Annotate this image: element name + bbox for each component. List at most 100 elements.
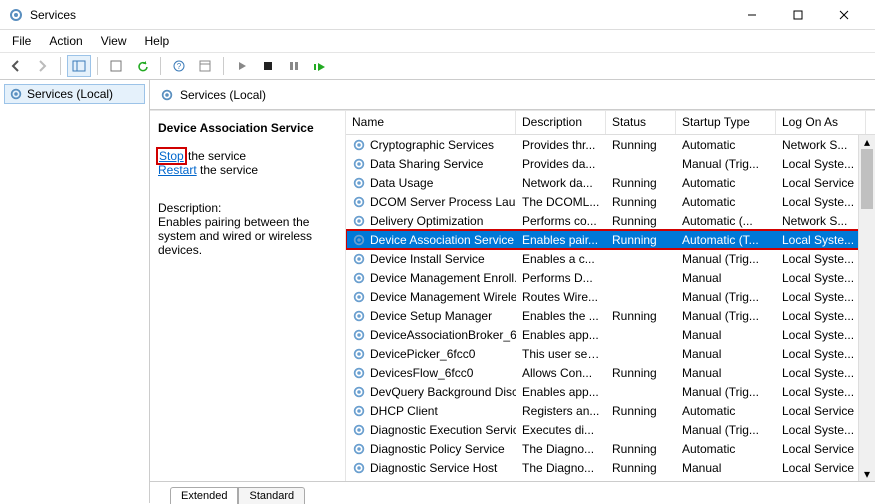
menu-action[interactable]: Action xyxy=(41,32,90,50)
stop-service-button[interactable] xyxy=(256,55,280,77)
toolbar-separator xyxy=(223,57,224,75)
minimize-button[interactable] xyxy=(729,0,775,30)
cell-description: Enables app... xyxy=(516,328,606,342)
cell-description: Provides da... xyxy=(516,157,606,171)
table-row[interactable]: DevicesFlow_6fcc0Allows Con...RunningMan… xyxy=(346,363,875,382)
cell-logon: Local Service xyxy=(776,461,866,475)
forward-button[interactable] xyxy=(30,55,54,77)
cell-startup: Manual xyxy=(676,461,776,475)
show-hide-pane-button[interactable] xyxy=(67,55,91,77)
table-row[interactable]: Device Association ServiceEnables pair..… xyxy=(346,230,875,249)
cell-name: Delivery Optimization xyxy=(346,214,516,228)
table-row[interactable]: Device Management Wirele...Routes Wire..… xyxy=(346,287,875,306)
cell-status: Running xyxy=(606,214,676,228)
cell-startup: Manual (Trig... xyxy=(676,385,776,399)
restart-service-link[interactable]: Restart xyxy=(158,163,197,177)
maximize-button[interactable] xyxy=(775,0,821,30)
cell-name: Device Association Service xyxy=(346,233,516,247)
table-row[interactable]: Device Install ServiceEnables a c...Manu… xyxy=(346,249,875,268)
cell-startup: Manual xyxy=(676,271,776,285)
table-row[interactable]: Device Management Enroll...Performs D...… xyxy=(346,268,875,287)
bottom-tabs: Extended Standard xyxy=(150,481,875,503)
cell-name: DevQuery Background Disc... xyxy=(346,385,516,399)
col-startup-type[interactable]: Startup Type xyxy=(676,111,776,134)
cell-startup: Manual (Trig... xyxy=(676,290,776,304)
cell-description: The Diagno... xyxy=(516,461,606,475)
cell-name: Diagnostic Service Host xyxy=(346,461,516,475)
menu-file[interactable]: File xyxy=(4,32,39,50)
table-row[interactable]: Diagnostic Policy ServiceThe Diagno...Ru… xyxy=(346,439,875,458)
cell-status: Running xyxy=(606,461,676,475)
table-row[interactable]: DeviceAssociationBroker_6f...Enables app… xyxy=(346,325,875,344)
cell-description: The DCOML... xyxy=(516,195,606,209)
close-button[interactable] xyxy=(821,0,867,30)
cell-logon: Network S... xyxy=(776,214,866,228)
table-row[interactable]: DevQuery Background Disc...Enables app..… xyxy=(346,382,875,401)
cell-name: DeviceAssociationBroker_6f... xyxy=(346,328,516,342)
cell-logon: Local Service xyxy=(776,442,866,456)
cell-name: DHCP Client xyxy=(346,404,516,418)
svg-text:?: ? xyxy=(177,62,182,71)
scroll-down-icon[interactable]: ▾ xyxy=(859,467,875,481)
tab-standard[interactable]: Standard xyxy=(238,487,305,504)
cell-name: DevicesFlow_6fcc0 xyxy=(346,366,516,380)
selected-service-name: Device Association Service xyxy=(158,121,337,135)
cell-description: Enables the ... xyxy=(516,309,606,323)
cell-name: Data Usage xyxy=(346,176,516,190)
service-list[interactable]: Cryptographic ServicesProvides thr...Run… xyxy=(346,135,875,481)
cell-name: Diagnostic Policy Service xyxy=(346,442,516,456)
restart-service-button[interactable] xyxy=(308,55,332,77)
vertical-scrollbar[interactable]: ▴ ▾ xyxy=(858,135,875,481)
properties-button[interactable] xyxy=(193,55,217,77)
cell-name: Device Management Wirele... xyxy=(346,290,516,304)
help-button[interactable]: ? xyxy=(167,55,191,77)
cell-startup: Manual (Trig... xyxy=(676,252,776,266)
pause-service-button[interactable] xyxy=(282,55,306,77)
cell-startup: Manual xyxy=(676,328,776,342)
export-button[interactable] xyxy=(104,55,128,77)
cell-name: Data Sharing Service xyxy=(346,157,516,171)
cell-logon: Local Syste... xyxy=(776,309,866,323)
right-pane: Services (Local) Device Association Serv… xyxy=(150,80,875,503)
menu-help[interactable]: Help xyxy=(137,32,178,50)
cell-description: Executes di... xyxy=(516,423,606,437)
cell-logon: Local Syste... xyxy=(776,252,866,266)
cell-status: Running xyxy=(606,233,676,247)
list-pane: Name Description Status Startup Type Log… xyxy=(345,111,875,481)
back-button[interactable] xyxy=(4,55,28,77)
scroll-up-icon[interactable]: ▴ xyxy=(859,135,875,149)
cell-startup: Automatic xyxy=(676,138,776,152)
stop-service-link[interactable]: Stop xyxy=(158,149,185,163)
cell-status: Running xyxy=(606,309,676,323)
table-row[interactable]: DCOM Server Process Laun...The DCOML...R… xyxy=(346,192,875,211)
table-row[interactable]: DevicePicker_6fcc0This user ser...Manual… xyxy=(346,344,875,363)
cell-name: DevicePicker_6fcc0 xyxy=(346,347,516,361)
col-name[interactable]: Name xyxy=(346,111,516,134)
table-row[interactable]: Diagnostic Service HostThe Diagno...Runn… xyxy=(346,458,875,477)
table-row[interactable]: Data UsageNetwork da...RunningAutomaticL… xyxy=(346,173,875,192)
refresh-button[interactable] xyxy=(130,55,154,77)
table-row[interactable]: DHCP ClientRegisters an...RunningAutomat… xyxy=(346,401,875,420)
table-row[interactable]: Data Sharing ServiceProvides da...Manual… xyxy=(346,154,875,173)
table-row[interactable]: Device Setup ManagerEnables the ...Runni… xyxy=(346,306,875,325)
table-row[interactable]: Cryptographic ServicesProvides thr...Run… xyxy=(346,135,875,154)
cell-startup: Automatic (T... xyxy=(676,233,776,247)
menu-view[interactable]: View xyxy=(93,32,135,50)
col-status[interactable]: Status xyxy=(606,111,676,134)
cell-status: Running xyxy=(606,404,676,418)
col-description[interactable]: Description xyxy=(516,111,606,134)
tab-extended[interactable]: Extended xyxy=(170,487,238,504)
description-label: Description: xyxy=(158,201,337,215)
cell-startup: Automatic xyxy=(676,195,776,209)
scroll-thumb[interactable] xyxy=(861,149,873,209)
titlebar: Services xyxy=(0,0,875,30)
table-row[interactable]: Diagnostic Execution ServiceExecutes di.… xyxy=(346,420,875,439)
col-log-on-as[interactable]: Log On As xyxy=(776,111,866,134)
window-title: Services xyxy=(30,8,729,22)
start-service-button[interactable] xyxy=(230,55,254,77)
table-row[interactable]: Delivery OptimizationPerforms co...Runni… xyxy=(346,211,875,230)
cell-startup: Manual xyxy=(676,347,776,361)
tree-item-services-local[interactable]: Services (Local) xyxy=(4,84,145,104)
pane-header: Services (Local) xyxy=(150,80,875,110)
cell-description: Enables pair... xyxy=(516,233,606,247)
